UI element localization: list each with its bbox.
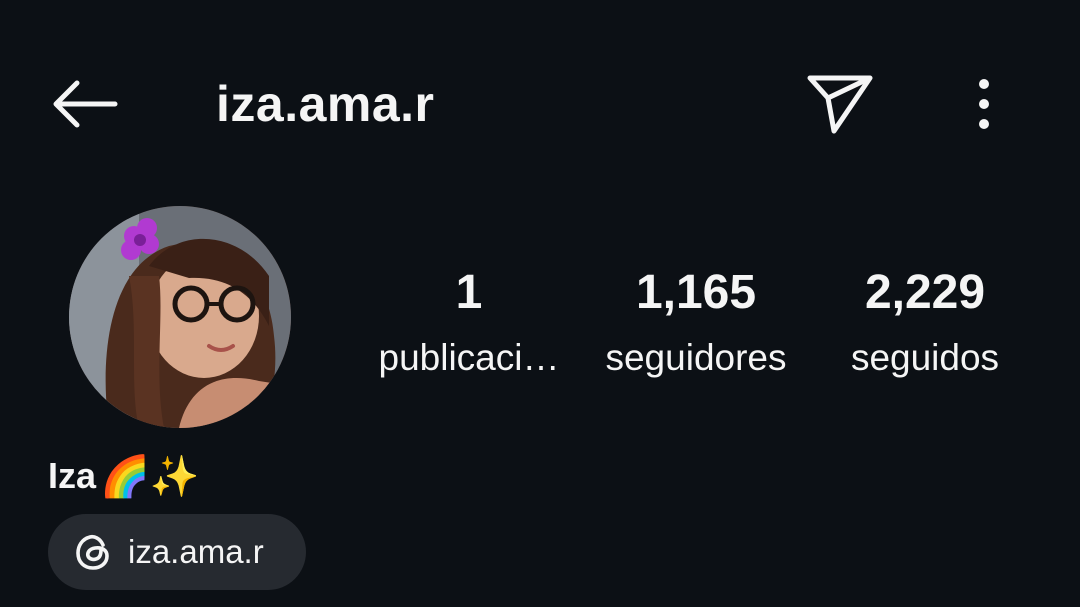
profile-photo	[69, 206, 291, 428]
posts-count-label: publicaci…	[378, 337, 560, 378]
threads-icon	[72, 530, 116, 574]
send-icon	[807, 75, 873, 134]
followers-count-label: seguidores	[605, 337, 787, 378]
posts-count-value: 1	[455, 266, 483, 319]
posts-count[interactable]: 1 publicaci…	[362, 258, 576, 388]
threads-profile-link[interactable]: iza.ama.r	[48, 514, 306, 590]
followers-count-value: 1,165	[635, 266, 757, 319]
back-button[interactable]	[44, 70, 124, 138]
threads-handle: iza.ama.r	[128, 533, 264, 570]
display-name: Iza 🌈✨	[48, 448, 200, 504]
display-name-text: Iza	[48, 455, 97, 496]
arrow-left-icon	[53, 80, 118, 128]
avatar[interactable]	[69, 206, 291, 428]
more-options-button[interactable]	[954, 64, 1014, 144]
profile-stats: 1 publicaci… 1,165 seguidores 2,229 segu…	[352, 258, 1052, 398]
followers-count[interactable]: 1,165 seguidores	[588, 258, 804, 388]
profile-screen: iza.ama.r 1 publicaci… 1,165 seguidores …	[0, 0, 1080, 607]
following-count-label: seguidos	[850, 337, 1000, 378]
send-message-button[interactable]	[800, 64, 880, 144]
profile-username: iza.ama.r	[216, 76, 435, 132]
top-bar: iza.ama.r	[0, 58, 1080, 150]
following-count-value: 2,229	[864, 266, 986, 319]
following-count[interactable]: 2,229 seguidos	[830, 258, 1020, 388]
more-vertical-icon	[979, 79, 989, 129]
display-name-emoji: 🌈✨	[100, 454, 200, 499]
